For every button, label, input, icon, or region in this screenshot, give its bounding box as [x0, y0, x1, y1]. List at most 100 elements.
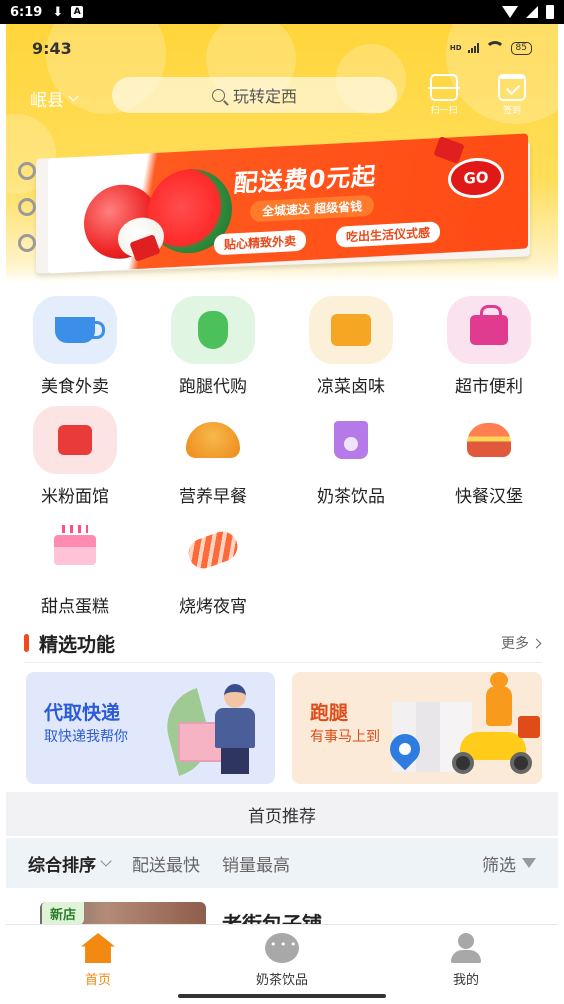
category-label: 甜点蛋糕: [41, 597, 109, 617]
system-status-bar: 6:19 ⬇ A: [0, 0, 564, 24]
category-item[interactable]: 跑腿代购: [158, 296, 268, 406]
category-item[interactable]: 凉菜卤味: [296, 296, 406, 406]
thumbs-up-icon: [58, 425, 92, 455]
category-item[interactable]: 美食外卖: [20, 296, 130, 406]
recommend-heading: 首页推荐: [6, 792, 558, 836]
category-label: 快餐汉堡: [455, 487, 523, 507]
sort-label: 销量最高: [222, 855, 290, 876]
errand-card-title: 跑腿: [310, 702, 349, 724]
express-card-title: 代取快递: [44, 702, 121, 724]
new-shop-badge: 新店: [42, 902, 85, 925]
chevron-down-icon: [68, 91, 79, 102]
express-pickup-card[interactable]: 代取快递 取快递我帮你: [26, 672, 275, 784]
chevron-down-icon: [100, 854, 112, 867]
category-item[interactable]: 米粉面馆: [20, 406, 130, 516]
battery-icon: [546, 5, 554, 19]
delivery-box-illustration: [518, 716, 540, 738]
category-label: 米粉面馆: [41, 487, 109, 507]
tab-label: 我的: [452, 973, 479, 988]
footprint-icon: [198, 311, 228, 349]
network-type-label: HD: [449, 44, 462, 52]
category-tile: [447, 406, 531, 474]
category-label: 烧烤夜宵: [179, 597, 247, 617]
app-notification-icon: A: [71, 6, 84, 18]
binder-rings: [18, 162, 40, 252]
app-status-bar: 9:43 HD 85: [6, 36, 558, 60]
cake-icon: [54, 525, 96, 565]
category-item[interactable]: 甜点蛋糕: [20, 516, 130, 626]
category-item[interactable]: 超市便利: [434, 296, 544, 406]
category-tile: [33, 406, 117, 474]
category-label: 超市便利: [455, 377, 523, 397]
courier-illustration: [212, 684, 258, 780]
user-icon: [449, 933, 483, 963]
checkin-button[interactable]: 签到: [492, 74, 532, 116]
search-placeholder: 玩转定西: [232, 87, 297, 106]
category-tile: [33, 296, 117, 364]
cell-signal-icon: [526, 6, 538, 18]
home-gesture-bar[interactable]: [178, 994, 386, 998]
category-label: 跑腿代购: [179, 377, 247, 397]
category-label: 凉菜卤味: [317, 377, 385, 397]
category-tile: [171, 296, 255, 364]
filter-button[interactable]: 筛选: [482, 851, 536, 876]
scan-icon: [428, 74, 460, 101]
featured-title: 精选功能: [39, 633, 116, 656]
location-label: 岷县: [30, 91, 64, 111]
bun-icon: [186, 422, 240, 458]
bottom-tab-bar: 首页 奶茶饮品 我的: [6, 924, 558, 1004]
battery-level: 85: [510, 41, 532, 55]
milk-tea-icon: [334, 421, 368, 459]
section-accent-bar: [24, 634, 29, 652]
category-item[interactable]: 奶茶饮品: [296, 406, 406, 516]
category-item[interactable]: 快餐汉堡: [434, 406, 544, 516]
category-tile: [309, 406, 393, 474]
wifi-icon: [484, 41, 505, 55]
filter-icon: [522, 858, 536, 868]
express-card-subtitle: 取快递我帮你: [44, 729, 128, 745]
filter-label: 筛选: [482, 855, 516, 876]
coffee-cup-icon: [55, 317, 105, 343]
sort-label: 综合排序: [28, 855, 96, 876]
category-label: 美食外卖: [41, 377, 109, 397]
burger-icon: [467, 423, 511, 457]
sort-top-sales[interactable]: 销量最高: [222, 851, 290, 876]
wifi-icon: [502, 6, 518, 18]
download-icon: ⬇: [52, 4, 64, 20]
scan-button[interactable]: 扫一扫: [424, 74, 464, 116]
sort-bar: 综合排序 配送最快 销量最高 筛选: [6, 838, 558, 888]
tab-profile[interactable]: 我的: [406, 933, 526, 988]
search-icon: [211, 88, 225, 102]
category-item[interactable]: 营养早餐: [158, 406, 268, 516]
system-time: 6:19: [10, 4, 43, 20]
sort-fastest-delivery[interactable]: 配送最快: [132, 851, 200, 876]
category-label: 营养早餐: [179, 487, 247, 507]
sushi-icon: [184, 527, 242, 573]
food-box-icon: [331, 314, 371, 346]
location-selector[interactable]: 岷县: [30, 86, 79, 111]
home-icon: [81, 933, 115, 963]
tab-milk-tea[interactable]: 奶茶饮品: [222, 933, 342, 988]
category-item[interactable]: 烧烤夜宵: [158, 516, 268, 626]
featured-section-header: 精选功能 更多: [6, 628, 558, 658]
tab-label: 首页: [84, 973, 111, 988]
scan-label: 扫一扫: [430, 106, 458, 116]
rider-illustration: [486, 672, 512, 726]
checkin-label: 签到: [502, 106, 521, 116]
sort-comprehensive[interactable]: 综合排序: [28, 851, 112, 876]
errand-card[interactable]: 跑腿 有事马上到: [292, 672, 542, 784]
category-tile: [171, 406, 255, 474]
more-label: 更多: [501, 636, 529, 652]
tab-home[interactable]: 首页: [38, 933, 158, 988]
category-tile: [309, 296, 393, 364]
app-status-time: 9:43: [32, 38, 72, 58]
errand-card-subtitle: 有事马上到: [310, 729, 380, 745]
divider: [24, 662, 542, 663]
recommend-title: 首页推荐: [248, 806, 316, 827]
featured-more-link[interactable]: 更多: [501, 633, 542, 653]
calendar-check-icon: [498, 74, 526, 101]
search-bar[interactable]: 玩转定西: [112, 77, 397, 113]
promo-banner[interactable]: 配送费0元起 全城速达 超级省钱 GO 贴心精致外卖 吃出生活仪式感: [18, 133, 538, 275]
chevron-right-icon: [531, 638, 542, 648]
sort-label: 配送最快: [132, 855, 200, 876]
